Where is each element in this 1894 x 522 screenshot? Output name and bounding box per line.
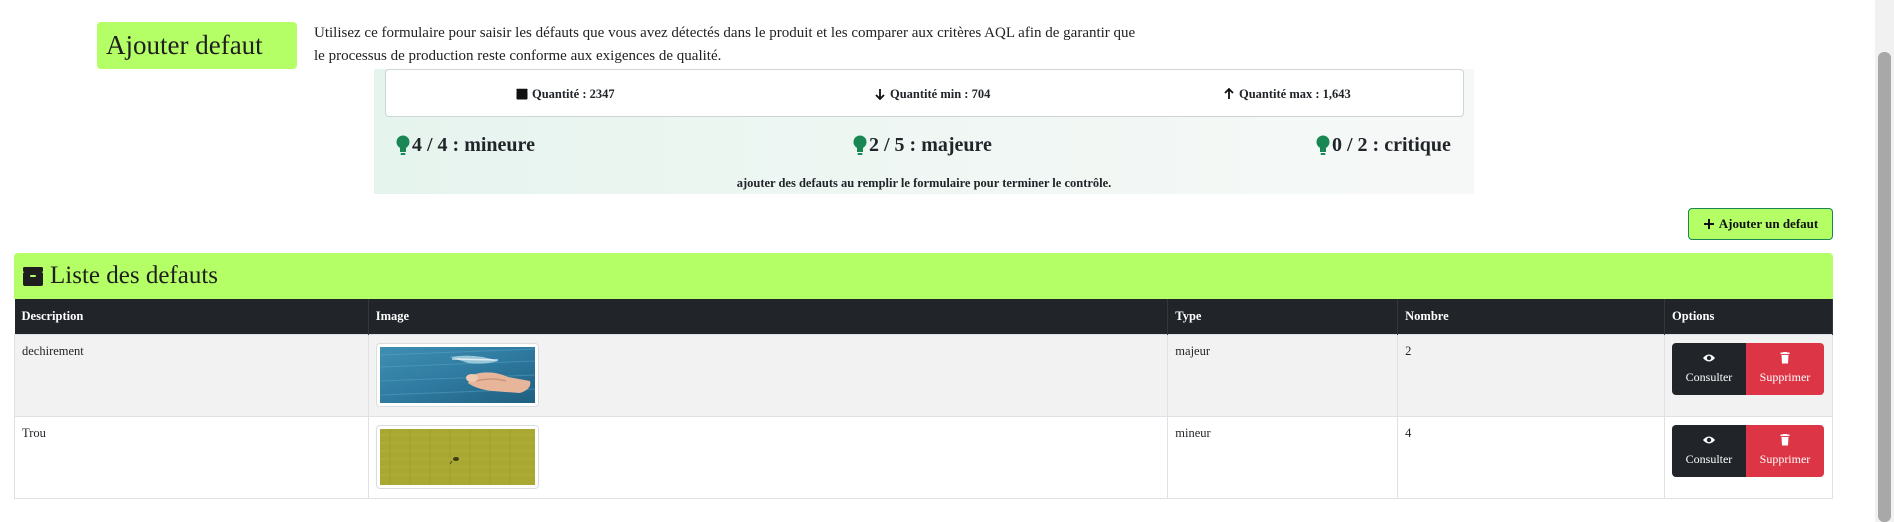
add-defect-button-label: Ajouter un defaut [1718, 216, 1819, 231]
delete-button-label: Supprimer [1759, 452, 1811, 466]
column-header-image: Image [368, 299, 1169, 334]
table-header-row: Description Image Type Nombre Options [14, 299, 1834, 334]
delete-button[interactable]: Supprimer [1745, 342, 1824, 395]
add-defect-button[interactable]: Ajouter un defaut [1688, 208, 1833, 240]
box-icon [516, 88, 528, 100]
view-button[interactable]: Consulter [1671, 424, 1746, 477]
cell-options: Consulter Supprimer [1663, 415, 1834, 499]
trash-icon [1780, 434, 1790, 446]
vertical-scrollbar[interactable] [1875, 0, 1894, 522]
defect-image-thumbnail[interactable] [375, 342, 539, 407]
view-button-label: Consulter [1685, 452, 1733, 466]
cell-count: 2 [1397, 333, 1665, 417]
column-header-options: Options [1664, 299, 1834, 334]
arrow-down-icon [875, 89, 885, 100]
hint-text: ajouter des defauts au remplir le formul… [736, 176, 1112, 190]
box-icon [23, 267, 43, 286]
severity-major-label: 2 / 5 : majeure [869, 134, 992, 156]
column-header-type: Type [1167, 299, 1399, 334]
severity-critical-label: 0 / 2 : critique [1332, 134, 1451, 156]
torn-denim-photo [379, 346, 535, 403]
arrow-up-icon [1224, 88, 1234, 99]
cell-type: mineur [1167, 415, 1399, 499]
lightbulb-icon [853, 135, 867, 155]
quantity-box: Quantité : 2347 Quantité min : 704 Quant… [385, 69, 1464, 117]
cell-options: Consulter Supprimer [1663, 333, 1834, 417]
row-actions: Consulter Supprimer [1671, 342, 1825, 395]
table-row: dechirement majeur 2 Consulter Supprimer [14, 333, 1834, 417]
lightbulb-icon [1316, 135, 1330, 155]
defect-image-thumbnail[interactable] [375, 424, 539, 489]
hole-fabric-photo [379, 428, 535, 485]
severity-minor: 4 / 4 : mineure [396, 134, 535, 157]
eye-icon [1702, 354, 1715, 362]
quantity-max: Quantité max : 1,643 [1223, 70, 1351, 118]
row-actions: Consulter Supprimer [1671, 424, 1825, 477]
defect-list-title: Liste des defauts [50, 262, 219, 289]
delete-button-label: Supprimer [1759, 370, 1811, 384]
scrollbar-thumb[interactable] [1878, 52, 1891, 522]
defect-table: Description Image Type Nombre Options de… [14, 299, 1834, 499]
intro-line-1: Utilisez ce formulaire pour saisir les d… [314, 25, 1136, 41]
plus-icon [1703, 219, 1714, 229]
view-button-label: Consulter [1685, 370, 1733, 384]
delete-button[interactable]: Supprimer [1745, 424, 1824, 477]
eye-icon [1702, 436, 1715, 444]
cell-image [367, 415, 1169, 499]
quantity-min: Quantité min : 704 [874, 70, 990, 118]
quantity-total-label: Quantité : 2347 [532, 87, 615, 101]
cell-count: 4 [1397, 415, 1665, 499]
intro-line-2: le processus de production reste conform… [314, 48, 722, 64]
cell-type: majeur [1167, 333, 1399, 417]
quantity-min-label: Quantité min : 704 [890, 87, 991, 101]
intro-text: Utilisez ce formulaire pour saisir les d… [314, 22, 1154, 68]
summary-panel: Quantité : 2347 Quantité min : 704 Quant… [374, 69, 1474, 194]
cell-description: dechirement [14, 333, 369, 417]
column-header-count: Nombre [1397, 299, 1665, 334]
table-row: Trou mineur 4 Consulter Supprimer [14, 415, 1834, 499]
column-header-description: Description [14, 299, 369, 334]
severity-major: 2 / 5 : majeure [853, 134, 992, 157]
severity-critical: 0 / 2 : critique [1316, 134, 1451, 157]
quantity-max-label: Quantité max : 1,643 [1239, 87, 1351, 101]
defect-list-header: Liste des defauts [14, 253, 1833, 299]
quantity-total: Quantité : 2347 [516, 70, 615, 118]
cell-description: Trou [14, 415, 369, 499]
cell-image [367, 333, 1169, 417]
view-button[interactable]: Consulter [1671, 342, 1746, 395]
trash-icon [1780, 352, 1790, 364]
page-title: Ajouter defaut [97, 22, 297, 69]
lightbulb-icon [396, 135, 410, 155]
severity-minor-label: 4 / 4 : mineure [412, 134, 535, 156]
